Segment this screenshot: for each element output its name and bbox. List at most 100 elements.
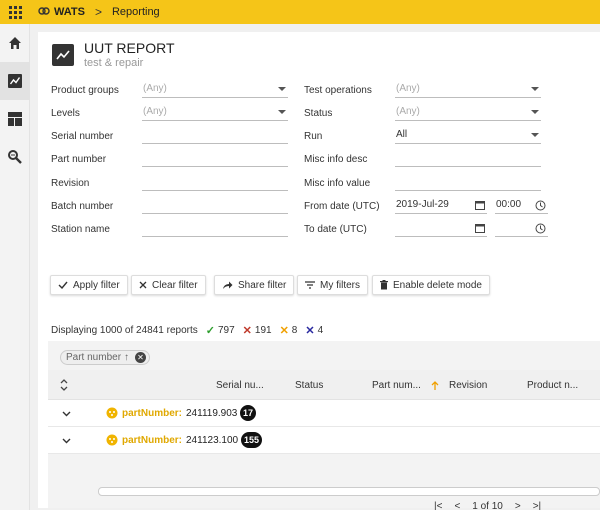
chevron-down-icon[interactable] <box>62 409 71 420</box>
my-filters-button[interactable]: My filters <box>297 275 368 295</box>
filter-input[interactable] <box>142 198 288 214</box>
share-arrow-icon <box>222 281 233 290</box>
prev-page-button[interactable]: < <box>454 501 460 510</box>
filter-label: Status <box>304 108 333 119</box>
clock-icon[interactable] <box>535 223 546 239</box>
summary-text: Displaying 1000 of 24841 reports <box>51 325 198 336</box>
filter-input[interactable] <box>395 175 541 191</box>
filter-label: Misc info desc <box>304 154 368 165</box>
filter-select[interactable]: (Any) <box>395 105 541 121</box>
filter-label: Product groups <box>51 85 119 96</box>
apply-filter-button[interactable]: Apply filter <box>50 275 128 295</box>
col-header-serial[interactable]: Serial nu... <box>216 372 264 398</box>
expand-all-toggle[interactable] <box>60 372 68 398</box>
brand-logo[interactable]: WATS <box>38 5 85 19</box>
date-field[interactable] <box>395 221 487 237</box>
group-row[interactable]: partNumber: 241123.100 155 <box>48 427 600 454</box>
dashboard-icon <box>8 112 22 126</box>
chevron-down-icon[interactable] <box>62 436 71 447</box>
first-page-button[interactable]: |< <box>434 501 442 510</box>
breadcrumb-reporting[interactable]: Reporting <box>112 6 160 18</box>
nav-home[interactable] <box>0 24 30 62</box>
page-subtitle: test & repair <box>84 57 144 69</box>
filter-input[interactable] <box>142 175 288 191</box>
app-grid-icon[interactable] <box>0 0 30 24</box>
col-header-status[interactable]: Status <box>295 372 323 398</box>
filter-input[interactable] <box>142 128 288 144</box>
filter-label: Levels <box>51 108 80 119</box>
filter-select[interactable]: (Any) <box>142 82 288 98</box>
filter-label: Batch number <box>51 201 114 212</box>
last-page-button[interactable]: >| <box>533 501 541 510</box>
filter-label: Part number <box>51 154 107 165</box>
col-header-revision[interactable]: Revision <box>449 372 487 398</box>
clock-icon[interactable] <box>535 200 546 216</box>
share-filter-button[interactable]: Share filter <box>214 275 295 295</box>
horizontal-scrollbar[interactable] <box>98 487 600 496</box>
filter-placeholder: (Any) <box>143 106 167 117</box>
filter-label: To date (UTC) <box>304 224 367 235</box>
nav-dashboard[interactable] <box>0 100 30 138</box>
check-icon: ✓ <box>205 325 215 337</box>
col-header-product-name[interactable]: Product n... <box>527 372 578 398</box>
enable-delete-mode-button[interactable]: Enable delete mode <box>372 275 490 295</box>
close-icon <box>139 281 147 289</box>
bee-icon <box>38 5 50 19</box>
cross-icon: ✕ <box>305 325 315 337</box>
cross-icon: ✕ <box>279 325 289 337</box>
calendar-icon[interactable] <box>475 223 485 238</box>
share-filter-label: Share filter <box>238 279 287 291</box>
nav-reporting[interactable] <box>0 62 30 100</box>
apply-filter-label: Apply filter <box>73 279 120 291</box>
filter-input[interactable] <box>395 151 541 167</box>
check-icon <box>58 281 68 289</box>
passed-count: 797 <box>217 325 235 336</box>
group-count-badge: 155 <box>241 432 263 448</box>
dropdown-caret-icon <box>531 133 539 137</box>
terminated-stat: ✕ 4 <box>305 324 323 337</box>
filter-label: From date (UTC) <box>304 201 380 212</box>
failed-count: 191 <box>254 325 272 336</box>
filter-label: Station name <box>51 224 110 235</box>
time-field[interactable] <box>495 221 548 237</box>
nav-search[interactable] <box>0 138 30 176</box>
filter-input[interactable] <box>142 151 288 167</box>
filter-select[interactable]: (Any) <box>142 105 288 121</box>
passed-stat: ✓ 797 <box>206 324 235 337</box>
group-badge-icon <box>106 434 118 449</box>
dropdown-caret-icon <box>531 110 539 114</box>
report-card: UUT REPORT test & repair Product groups (… <box>38 32 600 510</box>
page-info: 1 of 10 <box>472 500 503 510</box>
col-header-part-number[interactable]: Part num... <box>372 372 439 398</box>
filter-placeholder: (Any) <box>396 106 420 117</box>
error-count: 8 <box>291 325 298 336</box>
filter-label: Misc info value <box>304 178 371 189</box>
filter-input[interactable] <box>142 221 288 237</box>
calendar-icon[interactable] <box>475 200 485 215</box>
next-page-button[interactable]: > <box>515 501 521 510</box>
group-by-chip[interactable]: Part number ↑ ✕ <box>60 350 151 365</box>
clear-filter-button[interactable]: Clear filter <box>131 275 206 295</box>
sort-up-icon: ↑ <box>124 352 130 363</box>
left-nav-rail <box>0 24 30 510</box>
filter-label: Test operations <box>304 85 372 96</box>
date-field[interactable]: 2019-Jul-29 <box>395 198 487 214</box>
group-count-badge: 17 <box>240 405 257 421</box>
unfold-icon <box>60 379 68 391</box>
clear-filter-label: Clear filter <box>152 279 198 291</box>
filter-select[interactable]: All <box>395 128 541 144</box>
filter-label: Serial number <box>51 131 114 142</box>
remove-group-icon[interactable]: ✕ <box>135 352 147 363</box>
cross-icon: ✕ <box>242 325 252 337</box>
filter-select[interactable]: (Any) <box>395 82 541 98</box>
page-title: UUT REPORT <box>84 40 175 56</box>
group-value: 241123.100 <box>186 434 239 446</box>
filter-placeholder: (Any) <box>143 83 167 94</box>
pagination: |< < 1 of 10 > >| <box>428 496 547 510</box>
group-badge-icon <box>106 407 118 422</box>
time-field[interactable]: 00:00 <box>495 198 548 214</box>
dropdown-caret-icon <box>531 87 539 91</box>
time-value: 00:00 <box>496 199 522 210</box>
main-area: UUT REPORT test & repair Product groups (… <box>30 24 600 510</box>
group-row[interactable]: partNumber: 241119.903 17 <box>48 400 600 427</box>
